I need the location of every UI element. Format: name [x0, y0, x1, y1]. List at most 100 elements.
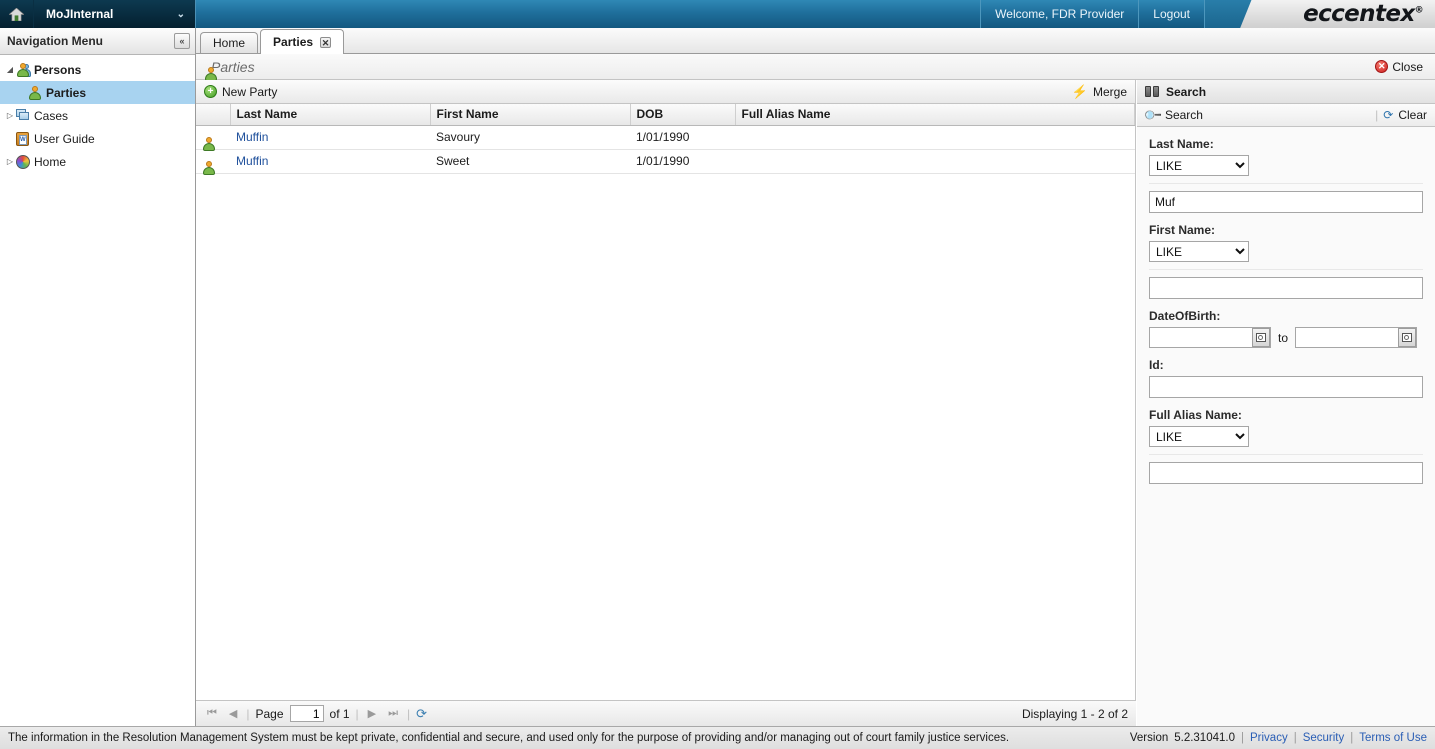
privacy-link[interactable]: Privacy	[1250, 732, 1288, 744]
refresh-icon: ⟳	[1383, 108, 1394, 122]
search-panel-toolbar: 🔍 Search | ⟳ Clear	[1137, 104, 1435, 127]
navigation-sidebar: Navigation Menu « ◢ Persons Parties ▷ Ca…	[0, 28, 196, 726]
terms-of-use-link[interactable]: Terms of Use	[1359, 732, 1427, 744]
sidebar-item-cases[interactable]: ▷ Cases	[0, 104, 195, 127]
party-link[interactable]: Muffin	[236, 130, 268, 144]
close-page-button[interactable]: ✕ Close	[1375, 60, 1427, 74]
page-number-input[interactable]	[289, 705, 324, 722]
tab-strip: Home Parties ✕	[196, 28, 1435, 54]
full-alias-name-operator-select[interactable]: LIKE	[1149, 426, 1249, 447]
collapse-sidebar-button[interactable]: «	[174, 33, 190, 49]
expand-arrow-icon[interactable]: ▷	[4, 157, 16, 166]
sidebar-item-parties[interactable]: Parties	[0, 81, 195, 104]
date-range-to-label: to	[1278, 330, 1289, 345]
security-link[interactable]: Security	[1303, 732, 1345, 744]
sidebar-item-user-guide[interactable]: W User Guide	[0, 127, 195, 150]
top-bar: MoJInternal ⌄ Welcome, FDR Provider Logo…	[0, 0, 1435, 28]
id-input[interactable]	[1149, 376, 1423, 398]
date-range-row: to	[1149, 327, 1423, 348]
party-link[interactable]: Muffin	[236, 154, 268, 168]
divider: |	[355, 706, 359, 721]
clear-button[interactable]: | ⟳ Clear	[1375, 108, 1427, 122]
parties-table: Last Name First Name DOB Full Alias Name…	[196, 104, 1135, 175]
divider	[1149, 269, 1423, 270]
field-label: First Name:	[1149, 223, 1216, 237]
close-icon: ✕	[1375, 60, 1389, 73]
last-name-operator-select[interactable]: LIKE	[1149, 155, 1249, 176]
logout-button[interactable]: Logout	[1139, 0, 1205, 28]
page-title: Parties	[211, 58, 255, 75]
cell-dob: 1/01/1990	[630, 149, 735, 174]
sidebar-item-label: Persons	[34, 62, 82, 77]
column-header-first-name[interactable]: First Name	[430, 104, 631, 126]
first-page-button[interactable]: ⏮	[204, 707, 220, 720]
field-label: Last Name:	[1149, 137, 1214, 151]
table-body: Muffin Savoury 1/01/1990 Muffin Sweet 1/…	[196, 125, 1135, 175]
last-page-button[interactable]: ⏭	[385, 707, 401, 720]
field-last-name: Last Name: LIKE	[1149, 137, 1423, 213]
divider: |	[1375, 108, 1379, 122]
refresh-icon[interactable]: ⟳	[416, 706, 427, 722]
first-name-operator-select[interactable]: LIKE	[1149, 241, 1249, 262]
full-alias-name-input[interactable]	[1149, 462, 1423, 484]
table-header: Last Name First Name DOB Full Alias Name	[196, 104, 1135, 126]
table-row[interactable]: Muffin Savoury 1/01/1990	[196, 125, 1135, 151]
merge-button[interactable]: ⚡ Merge	[1072, 85, 1127, 99]
column-header-icon[interactable]	[196, 104, 231, 126]
brand-registered-mark: ®	[1414, 5, 1424, 16]
close-label: Close	[1392, 59, 1423, 74]
search-button[interactable]: 🔍 Search	[1142, 104, 1203, 126]
globe-icon	[16, 154, 34, 169]
field-label: Full Alias Name:	[1149, 408, 1242, 422]
close-icon[interactable]: ✕	[320, 36, 332, 48]
field-date-of-birth: DateOfBirth: to	[1149, 309, 1423, 348]
pagination-toolbar: ⏮ ◀ | Page of 1 | ▶ ⏭ | ⟳ Displaying 1 -…	[196, 700, 1136, 726]
page-label: Page	[255, 706, 284, 721]
first-name-input[interactable]	[1149, 277, 1423, 299]
welcome-message: Welcome, FDR Provider	[980, 0, 1140, 28]
sidebar-item-persons[interactable]: ◢ Persons	[0, 58, 195, 81]
party-icon	[28, 85, 46, 100]
expand-arrow-icon[interactable]: ◢	[4, 65, 16, 74]
calendar-icon[interactable]	[1252, 328, 1270, 347]
previous-page-button[interactable]: ◀	[226, 707, 240, 720]
cell-dob: 1/01/1990	[630, 125, 735, 150]
cell-last-name: Muffin	[230, 149, 430, 174]
field-first-name: First Name: LIKE	[1149, 223, 1423, 299]
sidebar-item-label: Cases	[34, 108, 69, 123]
cell-full-alias-name	[735, 125, 1135, 150]
magnifier-icon: 🔍	[1142, 104, 1163, 126]
calendar-icon[interactable]	[1398, 328, 1417, 347]
binoculars-icon	[1145, 86, 1159, 97]
new-party-button[interactable]: + New Party	[204, 85, 277, 99]
field-id: Id:	[1149, 358, 1423, 398]
divider: |	[1350, 732, 1354, 744]
home-button[interactable]	[0, 0, 34, 28]
sidebar-item-label: Parties	[46, 85, 87, 100]
page-total-label: of 1	[329, 706, 350, 721]
page-title-bar: Parties ✕ Close	[196, 54, 1435, 81]
tab-home[interactable]: Home	[200, 32, 259, 53]
tab-label: Parties	[273, 35, 314, 49]
application-name: MoJInternal	[46, 7, 114, 21]
version-value: 5.2.31041.0	[1174, 732, 1235, 744]
search-button-label: Search	[1164, 108, 1203, 122]
application-selector[interactable]: MoJInternal ⌄	[34, 0, 196, 28]
row-icon-cell	[196, 149, 230, 175]
field-label: Id:	[1149, 358, 1164, 372]
field-full-alias-name: Full Alias Name: LIKE	[1149, 408, 1423, 484]
home-icon	[9, 7, 24, 21]
column-header-last-name[interactable]: Last Name	[230, 104, 431, 126]
last-name-input[interactable]	[1149, 191, 1423, 213]
user-guide-icon: W	[16, 131, 34, 146]
column-header-full-alias-name[interactable]: Full Alias Name	[735, 104, 1135, 126]
table-row[interactable]: Muffin Sweet 1/01/1990	[196, 149, 1135, 175]
plus-icon: +	[204, 85, 217, 98]
search-form: Last Name: LIKE First Name: LIKE DateOfB…	[1137, 127, 1435, 484]
column-header-dob[interactable]: DOB	[630, 104, 736, 126]
expand-arrow-icon[interactable]: ▷	[4, 111, 16, 120]
next-page-button[interactable]: ▶	[365, 707, 379, 720]
sidebar-item-home[interactable]: ▷ Home	[0, 150, 195, 173]
tab-parties[interactable]: Parties ✕	[260, 29, 345, 54]
